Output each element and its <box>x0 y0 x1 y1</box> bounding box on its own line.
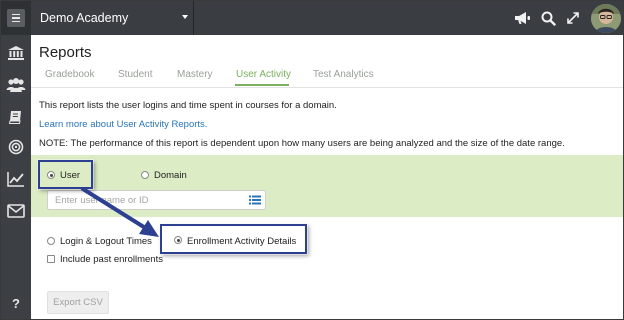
learn-more-link[interactable]: Learn more about User Activity Reports. <box>39 119 207 130</box>
main-content: Reports Gradebook Student Mastery User A… <box>31 35 623 319</box>
tab-user-activity[interactable]: User Activity <box>236 69 291 80</box>
domain-radio-label[interactable]: Domain <box>154 170 187 181</box>
tabs-divider <box>31 87 623 88</box>
book-icon[interactable] <box>1 102 31 132</box>
tab-student[interactable]: Student <box>118 69 152 80</box>
tab-test-analytics[interactable]: Test Analytics <box>313 69 374 80</box>
domain-radio[interactable] <box>141 171 149 179</box>
org-name: Demo Academy <box>40 11 129 25</box>
target-icon[interactable] <box>1 132 31 162</box>
performance-note: NOTE: The performance of this report is … <box>39 138 565 149</box>
login-logout-label[interactable]: Login & Logout Times <box>60 236 152 247</box>
tab-gradebook[interactable]: Gradebook <box>45 69 94 80</box>
app-window: ? Demo Academy Reports Gradebook Student… <box>0 0 624 320</box>
institution-icon[interactable] <box>1 38 31 68</box>
org-selector[interactable]: Demo Academy <box>31 1 193 35</box>
help-icon[interactable]: ? <box>1 288 31 318</box>
chart-line-icon[interactable] <box>1 164 31 194</box>
export-csv-button[interactable]: Export CSV <box>47 291 109 314</box>
expand-icon[interactable] <box>564 9 582 27</box>
top-divider <box>193 1 194 35</box>
chevron-down-icon <box>182 15 188 19</box>
users-icon[interactable] <box>1 70 31 100</box>
left-sidebar: ? <box>1 1 31 319</box>
tab-mastery[interactable]: Mastery <box>177 69 213 80</box>
menu-icon[interactable] <box>1 3 31 33</box>
user-search-field <box>47 190 266 210</box>
announcement-icon[interactable] <box>513 9 531 27</box>
enrollment-highlight-box <box>160 224 307 254</box>
page-title: Reports <box>39 44 92 61</box>
include-past-checkbox[interactable] <box>47 255 55 263</box>
report-description: This report lists the user logins and ti… <box>39 100 337 111</box>
list-icon[interactable] <box>249 195 261 205</box>
avatar[interactable] <box>591 4 621 33</box>
login-logout-radio[interactable] <box>47 237 55 245</box>
search-icon[interactable] <box>539 9 557 27</box>
include-past-label[interactable]: Include past enrollments <box>60 254 163 265</box>
mail-icon[interactable] <box>1 196 31 226</box>
user-search-input[interactable] <box>48 191 244 209</box>
top-bar: Demo Academy <box>31 1 623 35</box>
active-tab-indicator <box>235 84 289 86</box>
user-highlight-box <box>38 160 93 189</box>
